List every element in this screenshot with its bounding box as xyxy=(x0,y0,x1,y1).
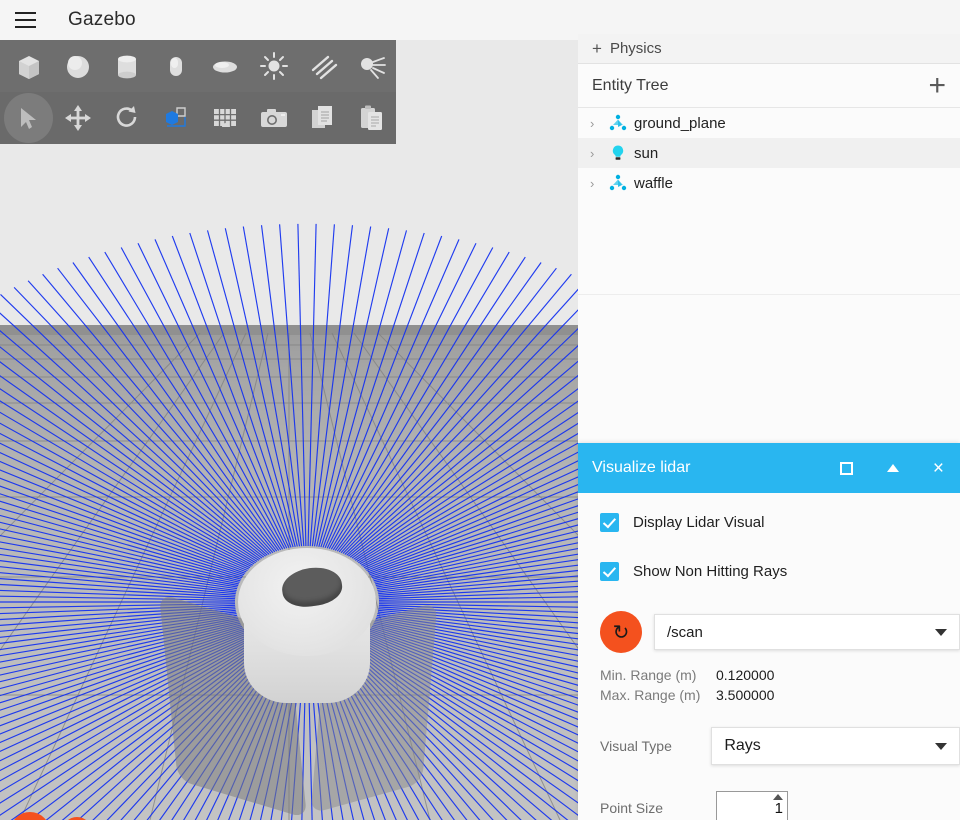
tree-item-ground-plane[interactable]: › ground_plane xyxy=(578,108,960,138)
entity-tree-list: › ground_plane › sun › waffle xyxy=(578,108,960,295)
rotate-mode-icon[interactable] xyxy=(102,93,151,143)
topic-dropdown[interactable]: /scan xyxy=(654,614,960,650)
close-button[interactable]: × xyxy=(933,459,944,478)
max-range-value: 3.500000 xyxy=(716,687,775,703)
paste-icon[interactable] xyxy=(347,93,396,143)
min-range-row: Min. Range (m) 0.120000 xyxy=(600,667,960,683)
point-size-stepper[interactable]: 1 xyxy=(716,791,788,820)
stepper-arrows[interactable] xyxy=(773,794,783,800)
min-range-label: Min. Range (m) xyxy=(600,667,697,683)
collapse-button[interactable] xyxy=(886,464,899,472)
add-entity-button[interactable]: + xyxy=(928,70,946,101)
lidar-panel-body: Display Lidar Visual Show Non Hitting Ra… xyxy=(578,493,960,820)
transform-tool-row xyxy=(0,92,396,144)
tree-bottom-divider xyxy=(578,294,960,295)
copy-icon[interactable] xyxy=(298,93,347,143)
physics-label: Physics xyxy=(609,40,662,57)
topic-selector-row: ↻ /scan xyxy=(600,611,960,653)
tree-item-sun[interactable]: › sun xyxy=(578,138,960,168)
sphere-shape-icon[interactable] xyxy=(53,41,102,91)
show-non-hitting-rays-checkbox[interactable] xyxy=(600,562,619,581)
screenshot-icon[interactable] xyxy=(249,93,298,143)
point-size-row: Point Size 1 xyxy=(600,791,960,820)
model-node-icon xyxy=(608,173,628,193)
chevron-right-icon[interactable]: › xyxy=(590,176,602,191)
tree-item-label: sun xyxy=(634,144,659,162)
transform-control-icon[interactable] xyxy=(151,93,200,143)
max-range-label: Max. Range (m) xyxy=(600,687,701,703)
tree-item-label: waffle xyxy=(634,174,673,192)
translate-mode-icon[interactable] xyxy=(53,93,102,143)
lidar-panel-header: Visualize lidar × xyxy=(578,443,960,493)
select-mode-icon[interactable] xyxy=(4,93,53,143)
gazebo-window: Gazebo + Physics Entity Tree + › ground_… xyxy=(0,0,960,820)
directional-light-icon[interactable] xyxy=(298,41,347,91)
capsule-shape-icon[interactable] xyxy=(151,41,200,91)
point-size-value: 1 xyxy=(774,799,783,817)
topic-value: /scan xyxy=(667,623,703,641)
tree-item-waffle[interactable]: › waffle xyxy=(578,168,960,198)
visual-type-dropdown[interactable]: Rays xyxy=(711,727,960,765)
3d-viewport[interactable]: ‹ 93.51 % xyxy=(0,40,578,820)
tree-item-label: ground_plane xyxy=(634,114,726,132)
visual-type-value: Rays xyxy=(724,737,761,754)
pause-button[interactable] xyxy=(10,812,50,820)
physics-expander-icon[interactable]: + xyxy=(592,40,602,57)
cylinder-shape-icon[interactable] xyxy=(102,41,151,91)
model-node-icon xyxy=(608,113,628,133)
ellipsoid-shape-icon[interactable] xyxy=(200,41,249,91)
hamburger-menu-icon[interactable] xyxy=(8,6,42,34)
lidar-panel-title: Visualize lidar xyxy=(592,459,691,476)
light-bulb-icon xyxy=(608,143,628,163)
visual-type-row: Visual Type Rays xyxy=(600,727,960,765)
dock-button[interactable] xyxy=(839,461,853,475)
visualize-lidar-panel: Visualize lidar × Display Lidar Visual S… xyxy=(578,443,960,820)
display-lidar-visual-checkbox[interactable] xyxy=(600,513,619,532)
physics-section-header[interactable]: + Physics xyxy=(578,34,960,64)
playback-controls xyxy=(10,812,92,820)
point-size-label: Point Size xyxy=(600,800,664,816)
entity-tree-header: Entity Tree + xyxy=(578,64,960,108)
chevron-right-icon[interactable]: › xyxy=(590,146,602,161)
chevron-down-icon xyxy=(935,742,947,750)
min-range-value: 0.120000 xyxy=(716,667,775,683)
display-lidar-visual-label: Display Lidar Visual xyxy=(633,514,765,531)
show-non-hitting-rays-label: Show Non Hitting Rays xyxy=(633,563,788,580)
app-title: Gazebo xyxy=(68,9,136,30)
box-shape-icon[interactable] xyxy=(4,41,53,91)
chevron-right-icon[interactable]: › xyxy=(590,116,602,131)
max-range-row: Max. Range (m) 3.500000 xyxy=(600,687,960,703)
entity-tree-title: Entity Tree xyxy=(592,76,669,94)
point-light-icon[interactable] xyxy=(249,41,298,91)
refresh-topic-button[interactable]: ↻ xyxy=(600,611,642,653)
chevron-down-icon xyxy=(935,628,947,636)
show-non-hitting-rays-row[interactable]: Show Non Hitting Rays xyxy=(600,562,960,581)
entity-toolbar xyxy=(0,40,396,144)
shape-tool-row xyxy=(0,40,396,92)
grid-toggle-icon[interactable] xyxy=(200,93,249,143)
spot-light-icon[interactable] xyxy=(347,41,396,91)
display-lidar-visual-row[interactable]: Display Lidar Visual xyxy=(600,513,960,532)
visual-type-label: Visual Type xyxy=(600,738,672,754)
